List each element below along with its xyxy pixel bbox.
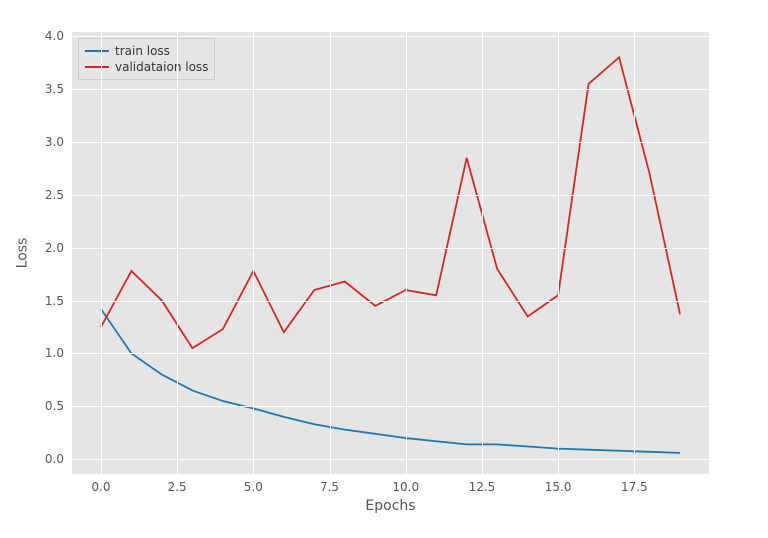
y-tick-label: 2.0 [45,241,64,255]
grid-line [72,195,709,196]
series-line-1 [101,57,680,348]
legend-entry: validataion loss [85,59,208,75]
legend-swatch [85,50,109,52]
y-tick-label: 2.5 [45,188,64,202]
grid-line [72,248,709,249]
grid-line [634,32,635,474]
x-tick-label: 5.0 [244,480,263,494]
legend-swatch [85,66,109,68]
plot-area: train lossvalidataion loss Epochs Loss 0… [72,32,709,474]
grid-line [72,301,709,302]
plot-svg [72,32,709,474]
legend-label: train loss [115,44,170,58]
grid-line [558,32,559,474]
x-axis-label: Epochs [365,498,415,514]
x-tick-label: 0.0 [91,480,110,494]
grid-line [72,459,709,460]
x-tick-label: 12.5 [469,480,496,494]
y-tick-label: 1.5 [45,294,64,308]
y-tick-label: 1.0 [45,346,64,360]
x-tick-label: 2.5 [168,480,187,494]
y-tick-label: 0.0 [45,452,64,466]
grid-line [72,406,709,407]
grid-line [101,32,102,474]
legend: train loss validataion loss [78,38,215,80]
grid-line [330,32,331,474]
legend-entry: train loss [85,43,208,59]
y-tick-label: 0.5 [45,399,64,413]
y-tick-label: 3.5 [45,82,64,96]
grid-line [72,36,709,37]
x-tick-label: 7.5 [320,480,339,494]
grid-line [406,32,407,474]
figure: train loss validataion loss Epochs Loss 0… [0,0,768,538]
series-line-0 [101,309,680,453]
x-tick-label: 15.0 [545,480,572,494]
y-tick-label: 3.0 [45,135,64,149]
y-tick-label: 4.0 [45,29,64,43]
grid-line [482,32,483,474]
x-tick-label: 17.5 [621,480,648,494]
grid-line [253,32,254,474]
grid-line [72,89,709,90]
grid-line [177,32,178,474]
grid-line [72,353,709,354]
legend-label: validataion loss [115,60,208,74]
grid-line [72,142,709,143]
x-tick-label: 10.0 [392,480,419,494]
y-axis-label: Loss [15,238,31,269]
